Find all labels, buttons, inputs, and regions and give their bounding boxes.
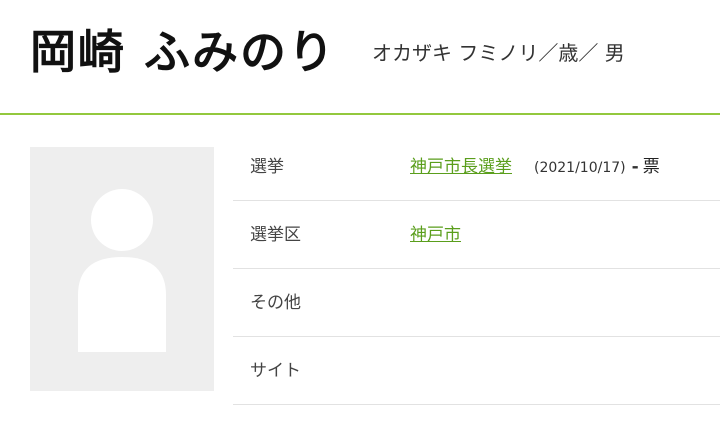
election-date: (2021/10/17): [534, 160, 626, 176]
profile-header: 岡崎 ふみのり オカザキ フミノリ／歳／ 男: [0, 0, 720, 115]
election-label: 選挙: [250, 157, 284, 177]
votes-unit: 票: [642, 157, 660, 177]
site-label: サイト: [250, 361, 301, 381]
district-label: 選挙区: [250, 225, 301, 245]
site-row: サイト: [233, 337, 720, 405]
district-value: 神戸市: [410, 201, 461, 269]
candidate-name: 岡崎 ふみのり: [30, 25, 337, 79]
avatar: [30, 147, 214, 391]
other-label: その他: [250, 293, 301, 313]
election-value: 神戸市長選挙 (2021/10/17) - 票: [410, 133, 660, 202]
district-link[interactable]: 神戸市: [410, 225, 461, 245]
district-row: 選挙区 神戸市: [233, 201, 720, 269]
votes-separator: -: [631, 157, 639, 177]
other-row: その他: [233, 269, 720, 337]
election-link[interactable]: 神戸市長選挙: [410, 157, 512, 177]
candidate-kana-age-gender: オカザキ フミノリ／歳／ 男: [372, 41, 625, 65]
profile-info-table: 選挙 神戸市長選挙 (2021/10/17) - 票 選挙区 神戸市 その他 サイト: [233, 133, 720, 405]
election-row: 選挙 神戸市長選挙 (2021/10/17) - 票: [233, 133, 720, 201]
person-placeholder-icon: [78, 189, 166, 352]
